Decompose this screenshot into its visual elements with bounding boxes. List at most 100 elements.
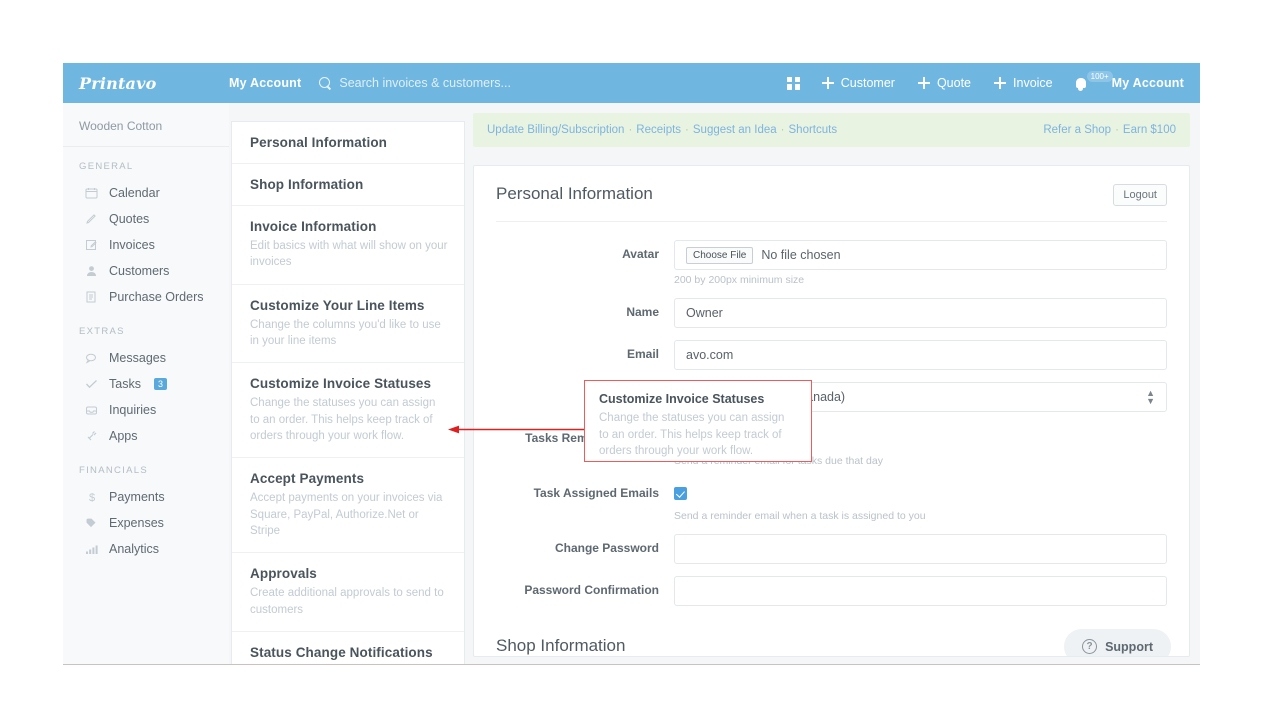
field-label: Change Password xyxy=(554,541,659,555)
sidebar-item-purchase-orders[interactable]: Purchase Orders xyxy=(63,284,229,310)
link-suggest-an-idea[interactable]: Suggest an Idea xyxy=(693,124,777,136)
sidebar-item-invoices[interactable]: Invoices xyxy=(63,232,229,258)
divider xyxy=(496,221,1167,222)
settings-menu-item-shop-information[interactable]: Shop Information xyxy=(232,164,464,206)
sidebar-item-inquiries[interactable]: Inquiries xyxy=(63,397,229,423)
sidebar-item-expenses[interactable]: Expenses xyxy=(63,510,229,536)
add-customer-button[interactable]: Customer xyxy=(821,76,895,90)
sidebar-label: Payments xyxy=(109,490,165,504)
search-icon xyxy=(319,76,332,90)
menu-item-title: Accept Payments xyxy=(250,471,365,487)
settings-menu-item-customize-invoice-statuses[interactable]: Customize Invoice Statuses Change the st… xyxy=(232,363,464,459)
change-password-input[interactable] xyxy=(674,534,1167,564)
sidebar-item-analytics[interactable]: Analytics xyxy=(63,536,229,562)
top-header: Printavo My Account Search invoices & cu… xyxy=(63,63,1200,103)
dollar-icon: $ xyxy=(85,491,98,503)
task-assigned-emails-checkbox[interactable] xyxy=(674,487,687,500)
field-hint: 200 by 200px minimum size xyxy=(674,274,805,286)
name-input[interactable]: Owner xyxy=(674,298,1167,328)
logout-button[interactable]: Logout xyxy=(1113,184,1167,206)
page-title: Personal Information xyxy=(496,184,653,203)
svg-text:$: $ xyxy=(89,492,95,503)
settings-menu-item-personal-information[interactable]: Personal Information xyxy=(232,122,464,164)
sidebar-item-apps[interactable]: Apps xyxy=(63,423,229,449)
field-label: Avatar xyxy=(622,247,659,261)
settings-menu-item-accept-payments[interactable]: Accept Payments Accept payments on your … xyxy=(232,458,464,554)
link-refer-a-shop[interactable]: Refer a Shop xyxy=(1043,124,1111,136)
main-content: Update Billing/Subscription · Receipts · Sug… xyxy=(473,113,1190,664)
sidebar-label: Apps xyxy=(109,429,138,443)
left-sidebar: Wooden Cotton GENERAL Calendar Quotes In… xyxy=(63,103,229,664)
sidebar-item-tasks[interactable]: Tasks 3 xyxy=(63,371,229,397)
field-control: Choose File No file chosen 200 by 200px … xyxy=(674,240,1167,286)
settings-menu-item-approvals[interactable]: Approvals Create additional approvals to… xyxy=(232,553,464,632)
link-update-billing[interactable]: Update Billing/Subscription xyxy=(487,124,624,136)
question-circle-icon: ? xyxy=(1082,639,1098,654)
sidebar-label: Purchase Orders xyxy=(109,290,204,304)
add-quote-label: Quote xyxy=(936,76,972,90)
separator: · xyxy=(628,124,633,136)
printavo-logo[interactable]: Printavo xyxy=(63,74,229,93)
menu-item-desc: Change the statuses you can assign to an… xyxy=(250,397,436,442)
check-icon xyxy=(85,378,98,390)
field-label: Task Assigned Emails xyxy=(533,486,659,500)
separator: · xyxy=(685,124,689,136)
nav-my-account[interactable]: My Account xyxy=(229,76,301,90)
link-shortcuts[interactable]: Shortcuts xyxy=(789,124,838,136)
field-label: Name xyxy=(626,305,659,319)
menu-item-title: Shop Information xyxy=(250,177,364,192)
link-earn-100[interactable]: Earn $100 xyxy=(1123,124,1176,136)
field-control xyxy=(674,576,1167,606)
card-header: Personal Information Logout xyxy=(496,184,1167,206)
field-control: Owner xyxy=(674,298,1167,328)
form-row-task-assigned-emails: Task Assigned Emails Send a reminder ema… xyxy=(496,479,1167,522)
choose-file-button[interactable]: Choose File xyxy=(686,246,754,264)
avatar-file-input[interactable]: Choose File No file chosen xyxy=(674,240,1167,270)
bar-chart-icon xyxy=(85,543,98,555)
field-control: avo.com xyxy=(674,340,1167,370)
account-menu[interactable]: My Account xyxy=(1112,76,1184,90)
password-confirmation-input[interactable] xyxy=(674,576,1167,606)
separator: · xyxy=(1115,124,1119,136)
global-search[interactable]: Search invoices & customers... xyxy=(319,76,786,90)
menu-item-desc: Notify someone if an invoice status is c… xyxy=(250,664,448,665)
support-button[interactable]: ? Support xyxy=(1064,629,1171,656)
field-control xyxy=(674,534,1167,564)
settings-menu-item-customize-line-items[interactable]: Customize Your Line Items Change the col… xyxy=(232,285,464,364)
field-control: Send a reminder email when a task is ass… xyxy=(674,479,1167,522)
settings-menu-item-invoice-information[interactable]: Invoice Information Edit basics with wha… xyxy=(232,206,464,285)
menu-item-title: Status Change Notifications xyxy=(250,644,433,660)
annotation-arrow xyxy=(448,425,584,434)
link-receipts[interactable]: Receipts xyxy=(636,124,681,136)
add-invoice-button[interactable]: Invoice xyxy=(994,76,1053,90)
menu-item-title: Approvals xyxy=(250,566,317,582)
sidebar-item-payments[interactable]: $ Payments xyxy=(63,484,229,510)
sidebar-item-quotes[interactable]: Quotes xyxy=(63,206,229,232)
inbox-icon xyxy=(85,404,98,416)
notifications-button[interactable]: 100+ xyxy=(1075,71,1113,91)
plus-icon xyxy=(821,77,834,89)
sidebar-item-customers[interactable]: Customers xyxy=(63,258,229,284)
tooltip-description: Change the statuses you can assign to an… xyxy=(599,412,785,458)
document-icon xyxy=(85,291,98,303)
calendar-icon xyxy=(85,187,98,199)
tag-icon xyxy=(85,517,98,529)
add-quote-button[interactable]: Quote xyxy=(917,76,972,90)
promo-banner: Update Billing/Subscription · Receipts · Sug… xyxy=(473,113,1190,147)
plug-icon xyxy=(85,430,98,442)
menu-item-desc: Create additional approvals to send to c… xyxy=(250,587,444,616)
field-label: Email xyxy=(626,347,659,361)
sidebar-item-messages[interactable]: Messages xyxy=(63,345,229,371)
menu-item-desc: Accept payments on your invoices via Squ… xyxy=(250,492,443,537)
sidebar-item-calendar[interactable]: Calendar xyxy=(63,180,229,206)
email-input[interactable]: avo.com xyxy=(674,340,1167,370)
settings-menu-item-status-change-notifications[interactable]: Status Change Notifications Notify someo… xyxy=(232,632,464,665)
notification-badge: 100+ xyxy=(1086,71,1113,82)
form-row-password-confirmation: Password Confirmation xyxy=(496,576,1167,606)
search-input-placeholder[interactable]: Search invoices & customers... xyxy=(339,76,511,90)
sidebar-label: Inquiries xyxy=(109,403,157,417)
header-actions: Customer Quote Invoice 100+ My Account xyxy=(786,71,1200,91)
grid-icon[interactable] xyxy=(786,76,800,90)
menu-item-title: Personal Information xyxy=(250,135,388,150)
pencil-icon xyxy=(85,213,98,225)
